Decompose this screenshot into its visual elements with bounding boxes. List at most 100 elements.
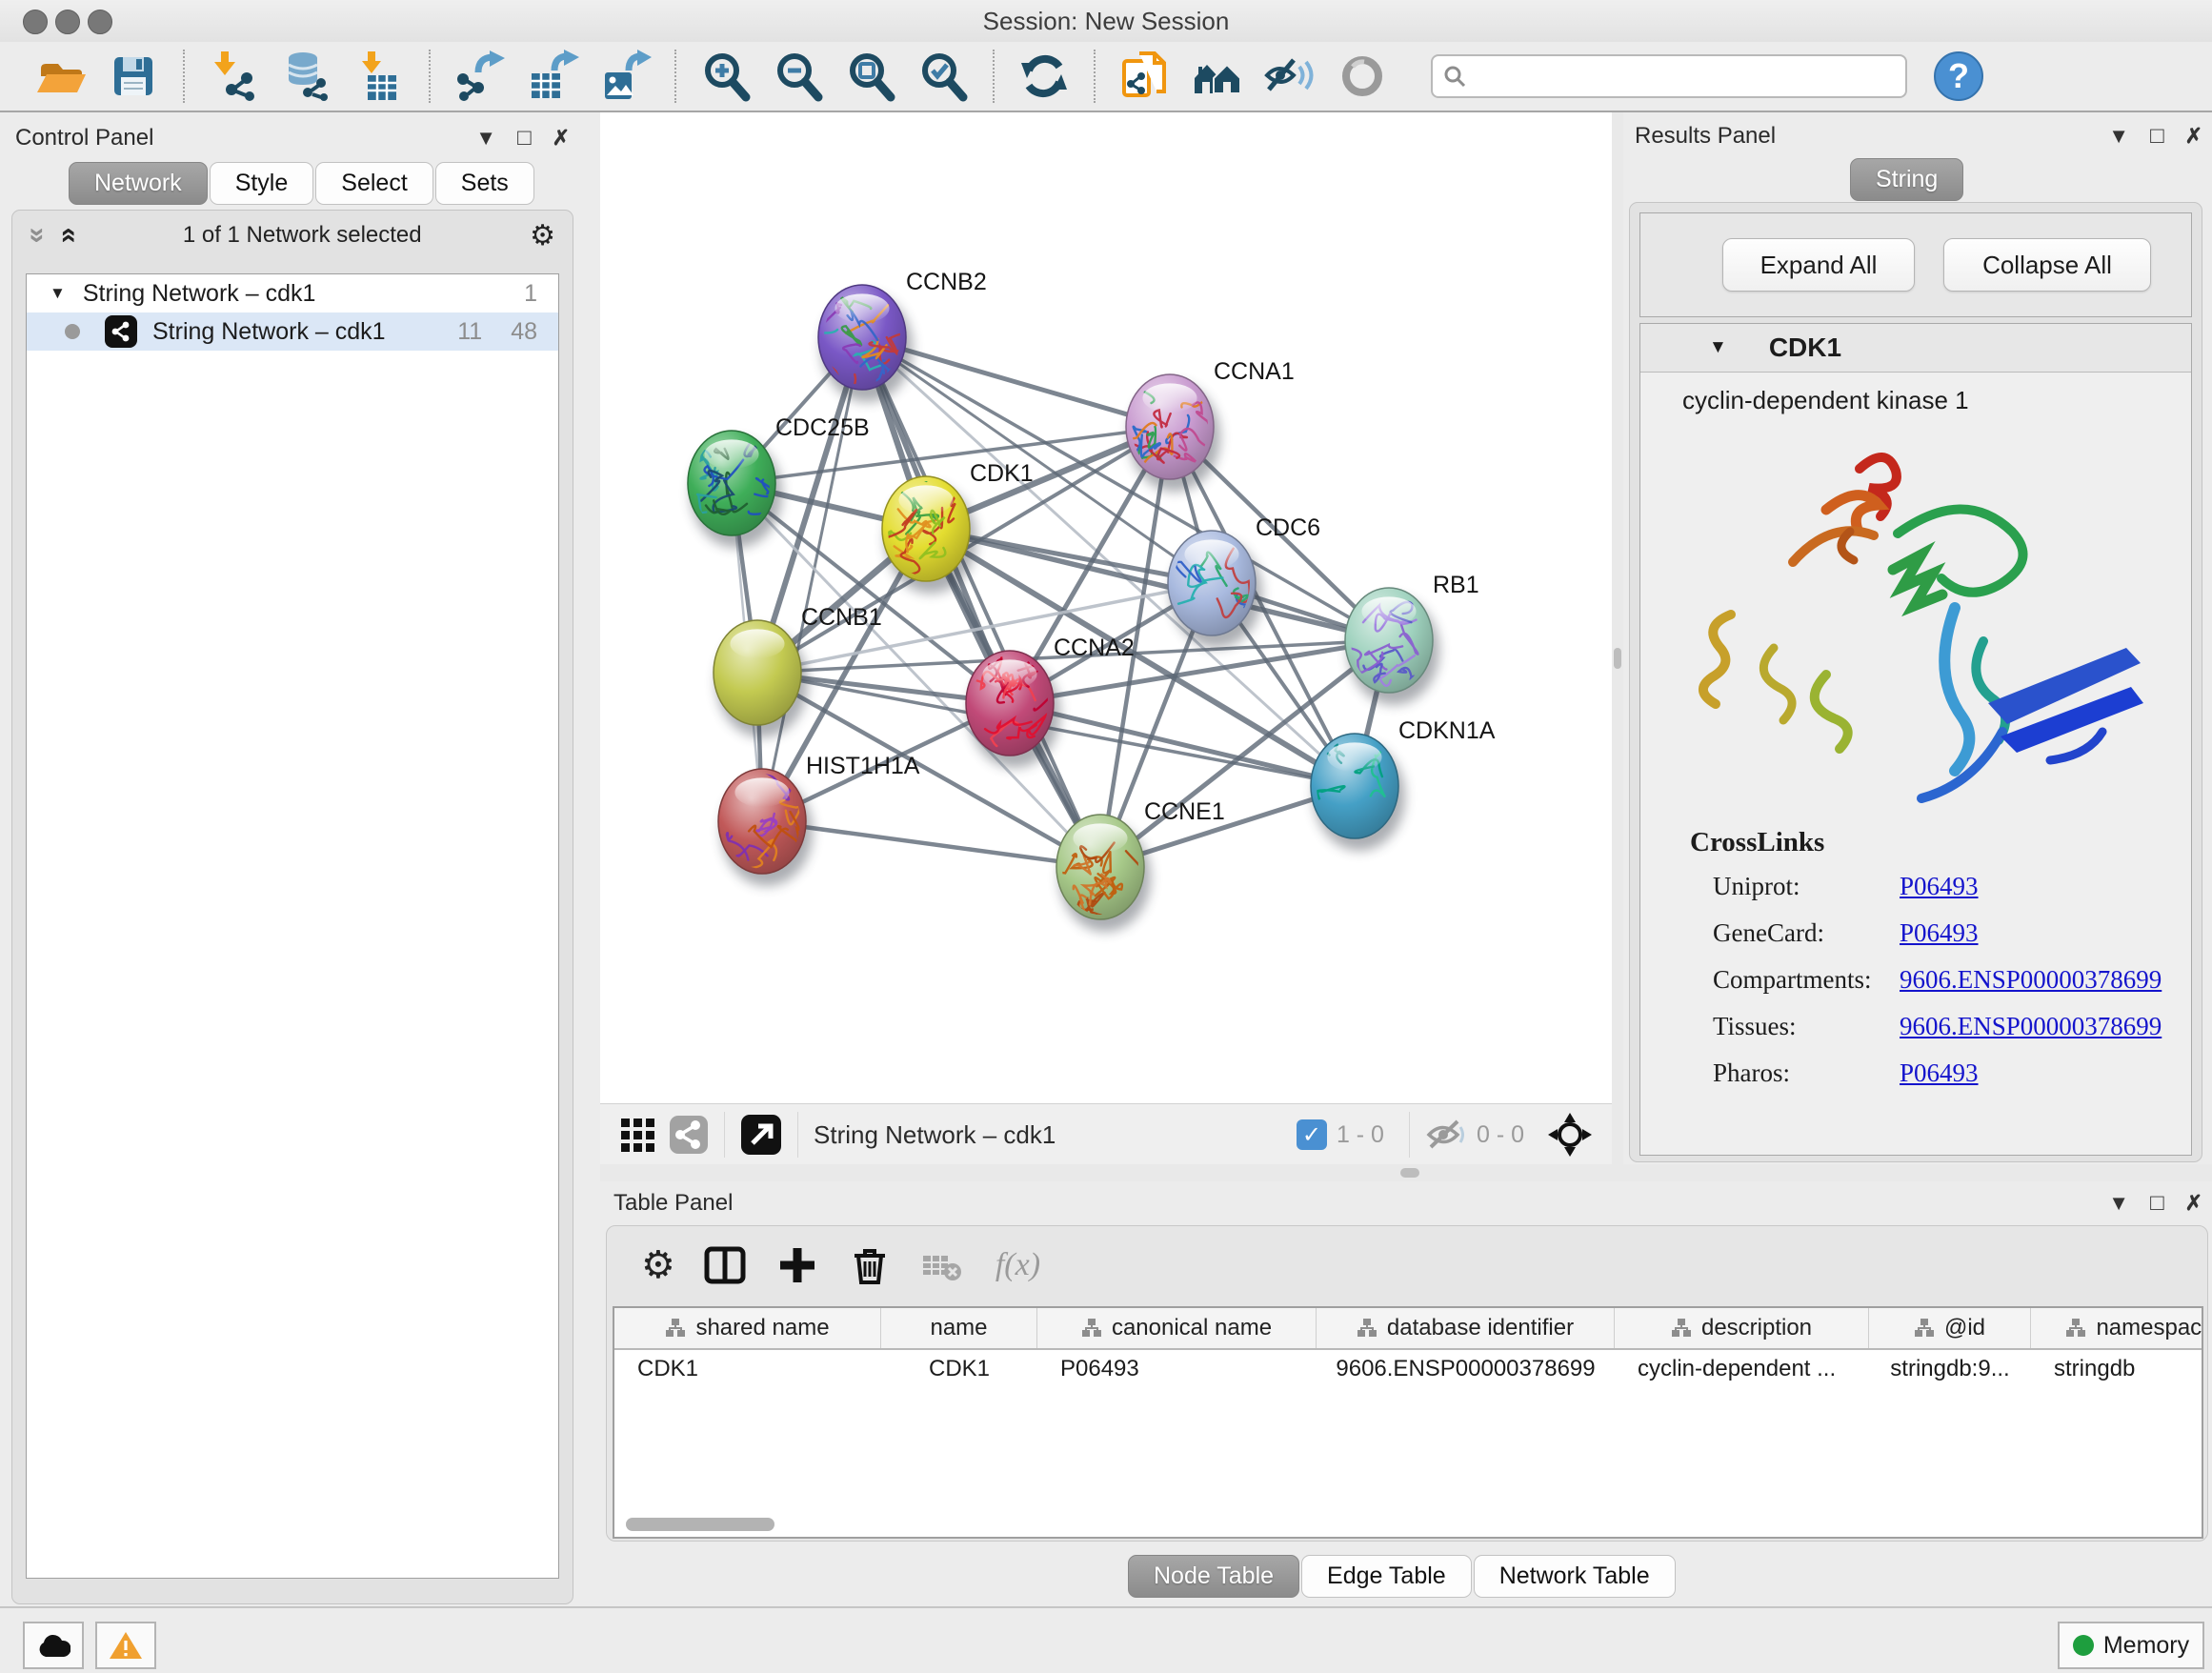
cell--id[interactable]: stringdb:9... — [1869, 1356, 2031, 1382]
results-panel-float-icon[interactable]: □ — [2150, 123, 2164, 150]
network-canvas[interactable]: CCNB2CCNA1CDC25BCDK1CDC6RB1CCNB1CCNA2CDK… — [600, 112, 1612, 1103]
node-CCNB1[interactable]: CCNB1 — [714, 604, 882, 737]
horizontal-splitter[interactable] — [600, 1164, 2212, 1181]
zoom-out-icon[interactable] — [772, 50, 825, 103]
results-panel-menu-icon[interactable]: ▼ — [2108, 124, 2129, 149]
cell-database-identifier[interactable]: 9606.ENSP00000378699 — [1317, 1356, 1615, 1382]
tab-network[interactable]: Network — [69, 162, 208, 205]
selected-count-checkbox[interactable]: ✓ — [1297, 1119, 1327, 1150]
delete-column-icon[interactable] — [849, 1244, 891, 1286]
splitter-handle[interactable] — [1400, 1168, 1419, 1178]
table-panel-close-icon[interactable]: ✗ — [2185, 1191, 2202, 1216]
memory-button[interactable]: Memory — [2058, 1622, 2204, 1669]
crosslink-row: Pharos:P06493 — [1690, 1058, 2162, 1088]
tab-string-results[interactable]: String — [1850, 158, 1963, 201]
collapse-all-button[interactable]: Collapse All — [1943, 238, 2151, 292]
string-network-icon — [105, 315, 137, 348]
export-network-icon[interactable] — [453, 50, 507, 103]
import-network-from-database-icon[interactable] — [280, 50, 333, 103]
network-view-share-icon[interactable] — [669, 1115, 709, 1155]
control-panel-menu-icon[interactable]: ▼ — [475, 126, 496, 151]
node-CDC25B[interactable]: CDC25B — [688, 414, 870, 548]
tab-edge-table[interactable]: Edge Table — [1301, 1555, 1472, 1598]
open-session-icon[interactable] — [34, 50, 88, 103]
splitter-handle[interactable] — [1614, 648, 1621, 669]
crosslink-link[interactable]: 9606.ENSP00000378699 — [1900, 1012, 2162, 1041]
detach-view-icon[interactable] — [740, 1114, 782, 1156]
show-columns-icon[interactable] — [704, 1244, 746, 1286]
column-header--id[interactable]: @id — [1869, 1308, 2031, 1348]
string-home-icon[interactable] — [1191, 50, 1244, 103]
cell-namespace[interactable]: stringdb — [2031, 1356, 2203, 1382]
network-selection-status: 1 of 1 Network selected — [74, 222, 530, 249]
control-panel-float-icon[interactable]: □ — [517, 125, 532, 151]
tab-node-table[interactable]: Node Table — [1128, 1555, 1299, 1598]
node-HIST1H1A[interactable]: HIST1H1A — [718, 753, 920, 886]
warnings-button[interactable] — [95, 1622, 156, 1669]
clone-network-icon[interactable] — [1118, 50, 1172, 103]
gene-section-expander-icon[interactable]: ▼ — [1709, 337, 1727, 358]
control-panel-close-icon[interactable]: ✗ — [553, 126, 570, 151]
hide-glass-eye-icon[interactable] — [1263, 50, 1317, 103]
show-lens-icon[interactable] — [1336, 50, 1389, 103]
control-panel-title: Control Panel — [15, 125, 153, 151]
zoom-fit-icon[interactable] — [844, 50, 897, 103]
column-header-name[interactable]: name — [881, 1308, 1037, 1348]
column-header-namespace[interactable]: namespace — [2031, 1308, 2203, 1348]
column-header-database-identifier[interactable]: database identifier — [1317, 1308, 1615, 1348]
collection-expander-icon[interactable]: ▼ — [50, 284, 66, 303]
edge-CCNB2-CCNE1[interactable] — [862, 337, 1100, 867]
birdseye-crosshair-icon[interactable] — [1547, 1112, 1593, 1158]
cell-description[interactable]: cyclin-dependent ... — [1615, 1356, 1869, 1382]
table-horizontal-scrollbar[interactable] — [626, 1518, 774, 1531]
column-header-canonical-name[interactable]: canonical name — [1037, 1308, 1317, 1348]
help-icon[interactable]: ? — [1932, 50, 1985, 103]
network-row-selected[interactable]: String Network – cdk1 11 48 — [27, 312, 558, 351]
export-image-icon[interactable] — [598, 50, 652, 103]
collapse-all-networks-icon[interactable]: » — [28, 228, 47, 244]
import-table-icon[interactable] — [352, 50, 406, 103]
expand-all-networks-icon[interactable]: » — [57, 228, 76, 244]
export-table-icon[interactable] — [526, 50, 579, 103]
edge-HIST1H1A-CCNE1[interactable] — [762, 821, 1100, 867]
add-column-icon[interactable] — [776, 1244, 818, 1286]
zoom-in-icon[interactable] — [699, 50, 753, 103]
table-panel-float-icon[interactable]: □ — [2150, 1190, 2164, 1217]
column-header-label: namespace — [2096, 1315, 2203, 1341]
crosslink-link[interactable]: P06493 — [1900, 872, 1979, 901]
grid-view-icon[interactable] — [619, 1115, 659, 1155]
node-CCNB2[interactable]: CCNB2 — [814, 269, 987, 402]
node-CDK1[interactable]: CDK1 — [876, 460, 1033, 594]
cell-shared-name[interactable]: CDK1 — [614, 1356, 881, 1382]
tab-network-table[interactable]: Network Table — [1474, 1555, 1676, 1598]
node-CCNA1[interactable]: CCNA1 — [1107, 358, 1294, 492]
refresh-icon[interactable] — [1017, 50, 1071, 103]
tab-style[interactable]: Style — [210, 162, 314, 205]
node-CDC6[interactable]: CDC6 — [1168, 514, 1320, 648]
tab-select[interactable]: Select — [315, 162, 432, 205]
import-network-icon[interactable] — [208, 50, 261, 103]
search-input[interactable] — [1431, 54, 1907, 98]
column-header-description[interactable]: description — [1615, 1308, 1869, 1348]
tab-sets[interactable]: Sets — [435, 162, 534, 205]
svg-text:?: ? — [1948, 56, 1969, 95]
crosslink-link[interactable]: 9606.ENSP00000378699 — [1900, 965, 2162, 995]
zoom-selected-icon[interactable] — [916, 50, 970, 103]
table-panel-menu-icon[interactable]: ▼ — [2108, 1191, 2129, 1216]
cloud-status-button[interactable] — [23, 1622, 84, 1669]
crosslink-link[interactable]: P06493 — [1900, 1058, 1979, 1088]
expand-all-button[interactable]: Expand All — [1722, 238, 1915, 292]
node-RB1[interactable]: RB1 — [1340, 572, 1479, 705]
crosslink-link[interactable]: P06493 — [1900, 918, 1979, 948]
cell-canonical-name[interactable]: P06493 — [1037, 1356, 1317, 1382]
table-options-gear-icon[interactable]: ⚙ — [641, 1243, 675, 1287]
column-header-shared-name[interactable]: shared name — [614, 1308, 881, 1348]
edge-CCNB2-HIST1H1A[interactable] — [762, 337, 862, 821]
network-options-gear-icon[interactable]: ⚙ — [530, 219, 555, 252]
network-collection-row[interactable]: ▼ String Network – cdk1 1 — [27, 274, 558, 312]
string-results-box: Expand All Collapse All ▼ CDK1 cyclin-de… — [1629, 202, 2202, 1162]
vertical-splitter[interactable] — [1612, 112, 1623, 1164]
save-session-icon[interactable] — [107, 50, 160, 103]
results-panel-close-icon[interactable]: ✗ — [2185, 124, 2202, 149]
cell-name[interactable]: CDK1 — [881, 1356, 1037, 1382]
